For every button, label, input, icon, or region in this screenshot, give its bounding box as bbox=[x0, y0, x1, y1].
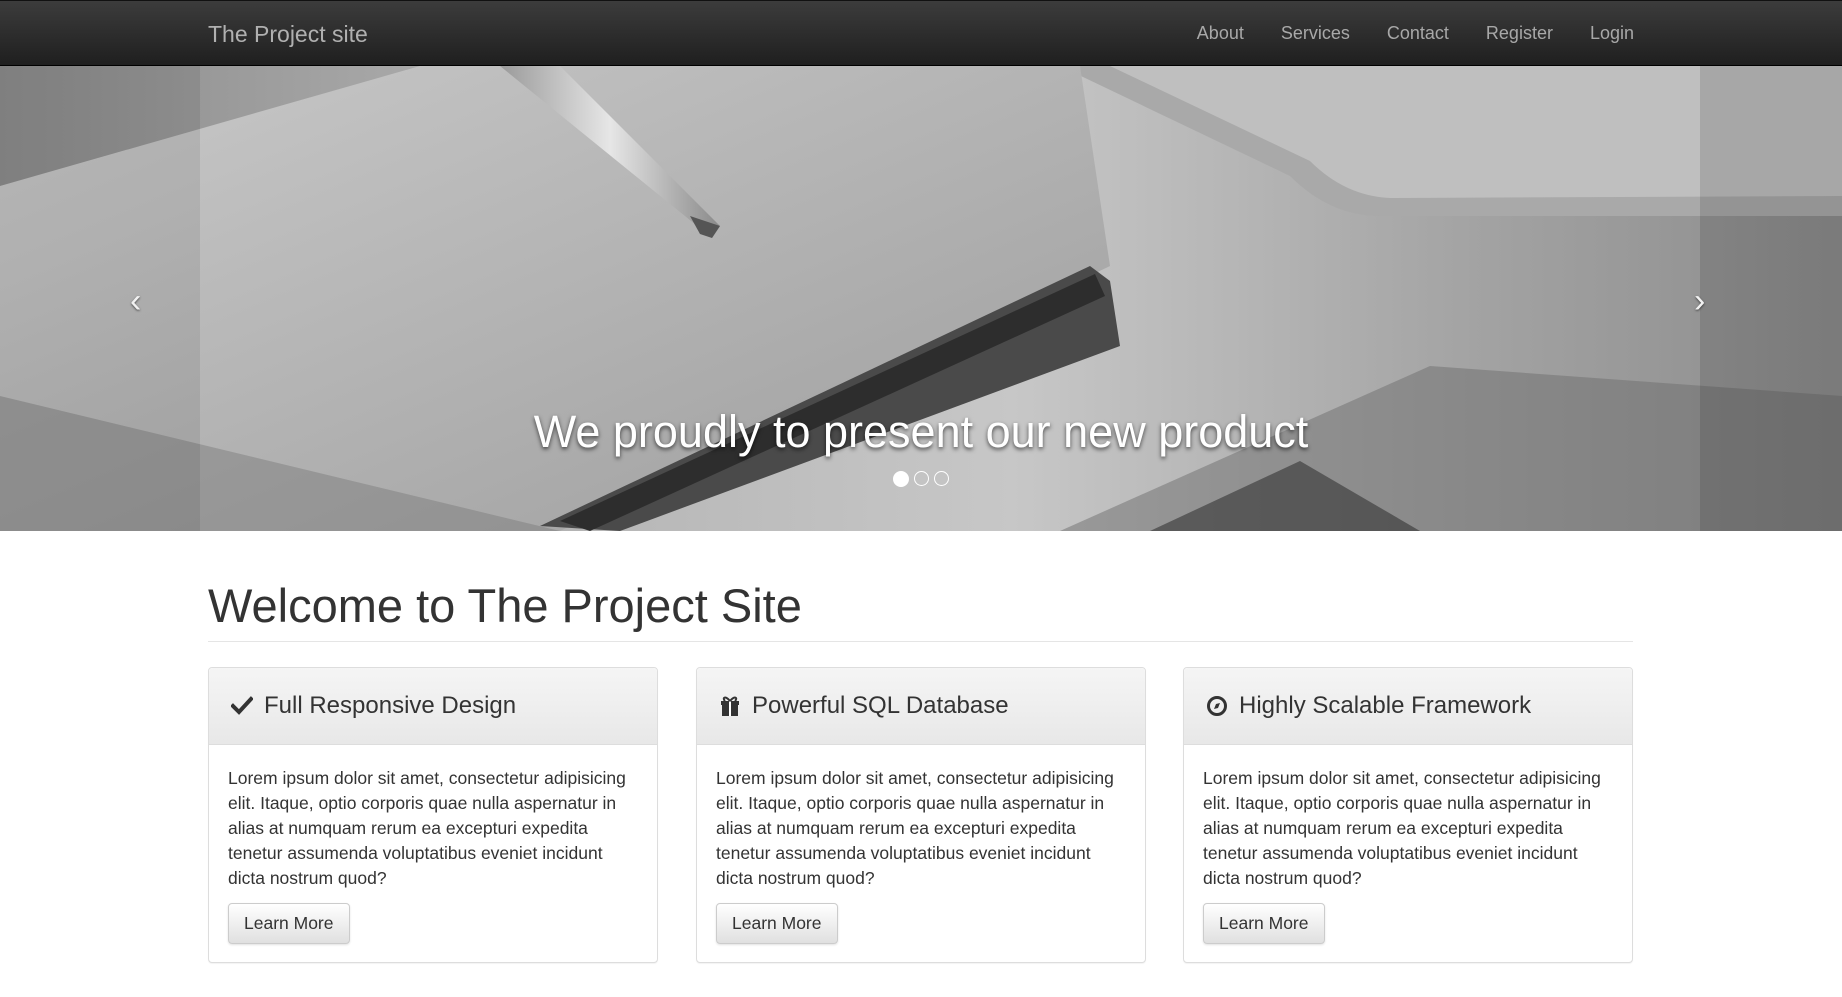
carousel-next-control[interactable]: › bbox=[1694, 284, 1705, 318]
page-title: Welcome to The Project Site bbox=[208, 579, 802, 632]
nav-link-services[interactable]: Services bbox=[1281, 23, 1350, 44]
panel-text: Lorem ipsum dolor sit amet, consectetur … bbox=[228, 768, 626, 888]
feature-panel-responsive: Full Responsive Design Lorem ipsum dolor… bbox=[208, 667, 658, 963]
panel-title: Highly Scalable Framework bbox=[1239, 692, 1532, 719]
title-divider bbox=[208, 641, 1633, 642]
nav-link-register[interactable]: Register bbox=[1486, 23, 1553, 44]
learn-more-button[interactable]: Learn More bbox=[1203, 903, 1325, 944]
carousel-caption: We proudly to present our new product bbox=[533, 406, 1309, 457]
carousel-indicator-3[interactable] bbox=[934, 471, 949, 486]
nav-link-about[interactable]: About bbox=[1197, 23, 1244, 44]
panel-body: Lorem ipsum dolor sit amet, consectetur … bbox=[209, 745, 657, 965]
brand-link[interactable]: The Project site bbox=[208, 21, 368, 48]
panel-body: Lorem ipsum dolor sit amet, consectetur … bbox=[1184, 745, 1632, 965]
carousel-indicators bbox=[0, 471, 1842, 487]
panel-heading: Highly Scalable Framework bbox=[1184, 668, 1632, 745]
feature-panel-framework: Highly Scalable Framework Lorem ipsum do… bbox=[1183, 667, 1633, 963]
panel-heading: Full Responsive Design bbox=[209, 668, 657, 745]
feature-panel-sql: Powerful SQL Database Lorem ipsum dolor … bbox=[696, 667, 1146, 963]
carousel-prev-control[interactable]: ‹ bbox=[130, 284, 141, 318]
nav-link-login[interactable]: Login bbox=[1590, 23, 1634, 44]
panel-title: Full Responsive Design bbox=[264, 692, 517, 719]
panel-body: Lorem ipsum dolor sit amet, consectetur … bbox=[697, 745, 1145, 965]
learn-more-button[interactable]: Learn More bbox=[716, 903, 838, 944]
check-icon bbox=[231, 694, 255, 718]
panel-text: Lorem ipsum dolor sit amet, consectetur … bbox=[716, 768, 1114, 888]
nav-links: About Services Contact Register Login bbox=[1160, 23, 1634, 44]
hero-carousel: ‹ › We proudly to present our new produc… bbox=[0, 66, 1842, 531]
carousel-indicator-1[interactable] bbox=[893, 471, 909, 487]
panel-heading: Powerful SQL Database bbox=[697, 668, 1145, 745]
panel-text: Lorem ipsum dolor sit amet, consectetur … bbox=[1203, 768, 1601, 888]
gift-icon bbox=[719, 694, 743, 718]
nav-link-contact[interactable]: Contact bbox=[1387, 23, 1449, 44]
compass-icon bbox=[1206, 694, 1230, 718]
hero-background-image bbox=[0, 66, 1842, 531]
carousel-indicator-2[interactable] bbox=[914, 471, 929, 486]
navbar: The Project site About Services Contact … bbox=[0, 0, 1842, 66]
learn-more-button[interactable]: Learn More bbox=[228, 903, 350, 944]
panel-title: Powerful SQL Database bbox=[752, 692, 1009, 719]
